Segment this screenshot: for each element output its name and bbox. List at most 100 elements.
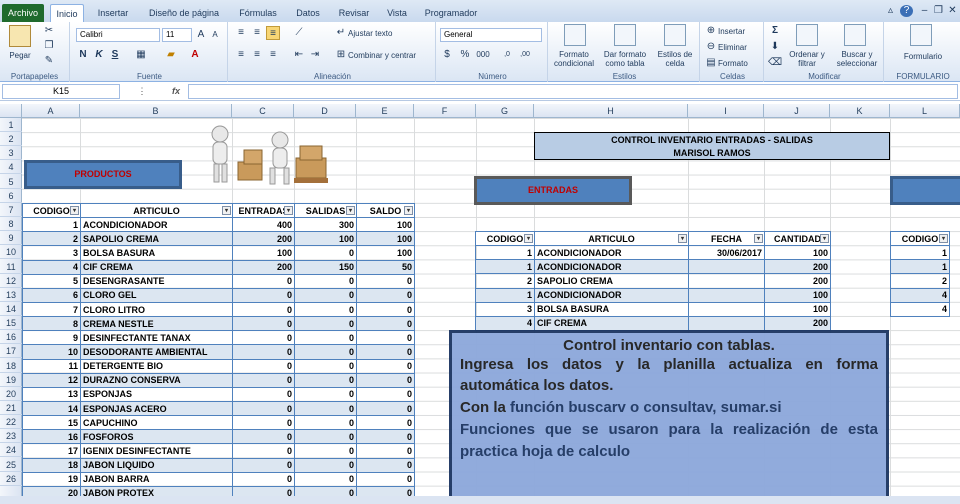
row-header[interactable]: 23 [0, 429, 22, 444]
table-cell[interactable]: DURAZNO CONSERVA [80, 372, 233, 388]
tab-programador[interactable]: Programador [420, 4, 482, 22]
table-cell[interactable]: 0 [356, 330, 415, 346]
table-cell[interactable]: 4 [22, 259, 81, 275]
wrap-text-icon[interactable]: ↵ [334, 26, 348, 40]
format-button[interactable]: Formato [718, 59, 762, 68]
formula-input[interactable] [188, 84, 958, 99]
products-header-cell[interactable]: ENTRADAS ▾ [232, 202, 295, 219]
table-cell[interactable]: 0 [232, 344, 295, 360]
delete-icon[interactable]: ⊖ [704, 40, 718, 54]
table-cell[interactable]: 100 [294, 231, 357, 247]
table-cell[interactable]: 1 [890, 245, 950, 261]
row-header[interactable]: 12 [0, 274, 22, 288]
table-cell[interactable]: 1 [475, 259, 535, 275]
table-cell[interactable]: 1 [475, 245, 535, 261]
align-bottom-icon[interactable]: ≡ [266, 26, 280, 40]
row-header[interactable]: 5 [0, 175, 22, 189]
row-header[interactable]: 26 [0, 472, 22, 486]
table-cell[interactable]: 16 [22, 429, 81, 445]
italic-icon[interactable]: K [92, 48, 106, 62]
table-cell[interactable]: 150 [294, 259, 357, 275]
format-painter-icon[interactable]: ✎ [42, 54, 56, 68]
decrease-indent-icon[interactable]: ⇤ [292, 48, 306, 62]
table-cell[interactable]: 4 [890, 287, 950, 303]
row-header[interactable]: 11 [0, 260, 22, 274]
column-header[interactable]: F [414, 104, 476, 118]
table-cell[interactable]: 2 [890, 273, 950, 289]
row-header[interactable]: 6 [0, 189, 22, 203]
align-right-icon[interactable]: ≡ [266, 48, 280, 62]
filter-dropdown-icon[interactable]: ▾ [222, 206, 231, 215]
table-cell[interactable]: 0 [232, 358, 295, 374]
table-cell[interactable]: 200 [764, 259, 831, 275]
insert-button[interactable]: Insertar [718, 27, 762, 36]
table-cell[interactable]: 0 [294, 358, 357, 374]
table-cell[interactable]: 0 [294, 316, 357, 332]
table-cell[interactable] [688, 301, 765, 317]
table-cell[interactable]: 0 [356, 287, 415, 303]
table-cell[interactable]: 0 [356, 386, 415, 402]
filter-dropdown-icon[interactable]: ▾ [346, 206, 355, 215]
table-cell[interactable]: DESENGRASANTE [80, 273, 233, 289]
bold-icon[interactable]: N [76, 48, 90, 62]
sort-filter-button[interactable]: Ordenar y filtrar [784, 50, 830, 68]
window-icon[interactable]: ❐ [932, 5, 945, 17]
conditional-format-button[interactable]: Formato condicional [550, 50, 598, 68]
table-cell[interactable]: 0 [356, 316, 415, 332]
row-header[interactable]: 25 [0, 458, 22, 472]
table-cell[interactable]: FOSFOROS [80, 429, 233, 445]
table-cell[interactable]: 0 [356, 415, 415, 431]
table-cell[interactable]: 12 [22, 372, 81, 388]
row-header[interactable]: 15 [0, 316, 22, 331]
table-cell[interactable]: ACONDICIONADOR [80, 217, 233, 233]
table-cell[interactable] [688, 287, 765, 303]
find-select-button[interactable]: Buscar y seleccionar [832, 50, 882, 68]
row-header[interactable]: 8 [0, 217, 22, 232]
row-header[interactable]: 4 [0, 160, 22, 175]
filter-dropdown-icon[interactable]: ▾ [678, 234, 687, 243]
tab-revisar[interactable]: Revisar [334, 4, 374, 22]
entradas-header-cell[interactable]: ARTICULO ▾ [534, 230, 689, 247]
number-format-combo[interactable]: General [440, 28, 542, 42]
table-cell[interactable]: 11 [22, 358, 81, 374]
products-header-cell[interactable]: SALIDAS ▾ [294, 202, 357, 219]
products-header-cell[interactable]: ARTICULO ▾ [80, 202, 233, 219]
table-cell[interactable]: 2 [22, 231, 81, 247]
table-cell[interactable] [688, 315, 765, 331]
table-cell[interactable]: 8 [22, 316, 81, 332]
table-cell[interactable]: 10 [22, 344, 81, 360]
table-cell[interactable]: 4 [890, 301, 950, 317]
conditional-format-icon[interactable] [564, 24, 586, 46]
table-cell[interactable]: 100 [356, 245, 415, 261]
row-header[interactable]: 18 [0, 359, 22, 373]
table-cell[interactable]: 0 [232, 443, 295, 459]
form-button[interactable]: Formulario [888, 52, 958, 61]
table-cell[interactable]: 7 [22, 301, 81, 318]
fill-icon[interactable]: ⬇ [768, 40, 782, 54]
table-cell[interactable]: BOLSA BASURA [80, 245, 233, 261]
filter-dropdown-icon[interactable]: ▾ [70, 206, 79, 215]
table-cell[interactable]: 0 [356, 273, 415, 289]
table-cell[interactable]: 0 [232, 400, 295, 417]
column-header[interactable]: I [688, 104, 764, 118]
percent-icon[interactable]: % [458, 48, 472, 62]
table-cell[interactable]: ESPONJAS ACERO [80, 400, 233, 417]
align-middle-icon[interactable]: ≡ [250, 26, 264, 40]
column-header[interactable]: L [890, 104, 960, 118]
table-cell[interactable]: 0 [294, 344, 357, 360]
table-cell[interactable]: 0 [232, 471, 295, 487]
grow-font-icon[interactable]: A [194, 28, 208, 42]
table-cell[interactable]: 100 [764, 287, 831, 303]
table-cell[interactable]: 19 [22, 471, 81, 487]
row-header[interactable]: 2 [0, 132, 22, 147]
table-cell[interactable]: 200 [232, 231, 295, 247]
table-cell[interactable]: 0 [294, 301, 357, 318]
table-cell[interactable]: 100 [356, 231, 415, 247]
table-cell[interactable]: 50 [356, 259, 415, 275]
filter-dropdown-icon[interactable]: ▾ [284, 206, 293, 215]
increase-decimal-icon[interactable]: ,0 [500, 48, 514, 62]
table-cell[interactable]: 14 [22, 400, 81, 417]
row-header[interactable]: 22 [0, 415, 22, 430]
row-header[interactable]: 13 [0, 288, 22, 302]
merge-center-icon[interactable]: ⊞ [334, 48, 348, 62]
